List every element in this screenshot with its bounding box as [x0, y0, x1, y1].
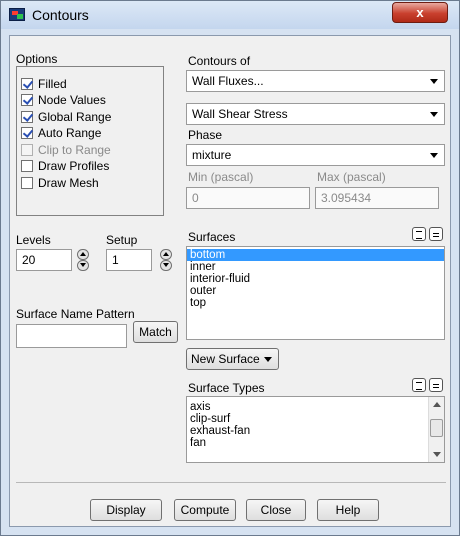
- surface-type-item[interactable]: clip-surf: [187, 413, 444, 425]
- phase-dropdown[interactable]: mixture: [186, 144, 445, 166]
- min-field: 0: [186, 187, 310, 209]
- surface-type-item[interactable]: fan: [187, 437, 444, 449]
- surface-item-inner[interactable]: inner: [187, 261, 444, 273]
- new-surface-button[interactable]: New Surface: [186, 348, 279, 370]
- surfaces-list[interactable]: bottom inner interior-fluid outer top: [186, 246, 445, 340]
- contours-of-label: Contours of: [188, 54, 251, 68]
- max-field: 3.095434: [315, 187, 439, 209]
- phase-value: mixture: [192, 148, 232, 162]
- option-draw-mesh[interactable]: Draw Mesh: [21, 175, 99, 191]
- options-group: Filled Node Values Global Range Auto Ran…: [16, 66, 164, 216]
- option-draw-profiles[interactable]: Draw Profiles: [21, 158, 109, 174]
- options-label: Options: [16, 52, 58, 66]
- clip-to-range-label: Clip to Range: [38, 143, 111, 157]
- dialog-body: Options Filled Node Values Global Range …: [9, 35, 451, 527]
- levels-label: Levels: [16, 233, 51, 247]
- chevron-down-icon: [430, 112, 438, 117]
- select-all-icon[interactable]: [412, 227, 426, 241]
- surface-types-label: Surface Types: [188, 381, 265, 395]
- chevron-down-icon: [264, 357, 272, 362]
- new-surface-label: New Surface: [191, 352, 260, 366]
- surface-name-pattern-input[interactable]: [16, 324, 127, 348]
- surface-types-scrollbar[interactable]: [428, 397, 444, 462]
- surfaces-label: Surfaces: [188, 230, 236, 244]
- scroll-thumb[interactable]: [430, 419, 443, 437]
- title-bar: Contours x: [1, 1, 459, 29]
- scroll-up-icon[interactable]: [433, 402, 441, 407]
- surface-item-bottom[interactable]: bottom: [187, 249, 444, 261]
- draw-profiles-checkbox[interactable]: [21, 160, 33, 172]
- surface-item-top[interactable]: top: [187, 297, 444, 309]
- clip-to-range-checkbox: [21, 144, 33, 156]
- window-close-button[interactable]: x: [392, 2, 448, 23]
- chevron-down-icon: [430, 79, 438, 84]
- window-title: Contours: [32, 7, 89, 23]
- contours-quantity-dropdown[interactable]: Wall Shear Stress: [186, 103, 445, 125]
- surface-name-pattern-label: Surface Name Pattern: [16, 307, 135, 321]
- surface-types-list[interactable]: axis clip-surf exhaust-fan fan: [186, 396, 445, 463]
- filled-checkbox[interactable]: [21, 78, 33, 90]
- arrow-up-icon[interactable]: [160, 249, 172, 260]
- help-button[interactable]: Help: [317, 499, 379, 521]
- node-values-label: Node Values: [38, 93, 106, 107]
- option-global-range[interactable]: Global Range: [21, 109, 111, 125]
- option-clip-to-range: Clip to Range: [21, 142, 111, 158]
- scroll-down-icon[interactable]: [433, 452, 441, 457]
- levels-field[interactable]: 20: [16, 249, 72, 271]
- option-filled[interactable]: Filled: [21, 76, 67, 92]
- filled-label: Filled: [38, 77, 67, 91]
- deselect-all-icon[interactable]: [429, 378, 443, 392]
- compute-button[interactable]: Compute: [174, 499, 236, 521]
- surface-item-interior-fluid[interactable]: interior-fluid: [187, 273, 444, 285]
- levels-stepper[interactable]: [77, 249, 89, 271]
- surface-item-outer[interactable]: outer: [187, 285, 444, 297]
- contours-category-value: Wall Fluxes...: [192, 74, 264, 88]
- footer-divider: [16, 482, 446, 483]
- min-label: Min (pascal): [188, 170, 254, 184]
- match-button[interactable]: Match: [133, 321, 178, 343]
- setup-label: Setup: [106, 233, 138, 247]
- arrow-up-icon[interactable]: [77, 249, 89, 260]
- global-range-checkbox[interactable]: [21, 111, 33, 123]
- fluent-app-icon: [9, 8, 25, 21]
- contours-dialog: Contours x Options Filled Node Values Gl…: [0, 0, 460, 536]
- setup-field[interactable]: 1: [106, 249, 152, 271]
- surface-type-item[interactable]: axis: [187, 401, 444, 413]
- draw-mesh-label: Draw Mesh: [38, 176, 99, 190]
- option-node-values[interactable]: Node Values: [21, 92, 106, 108]
- arrow-down-icon[interactable]: [160, 260, 172, 271]
- node-values-checkbox[interactable]: [21, 94, 33, 106]
- option-auto-range[interactable]: Auto Range: [21, 125, 101, 141]
- arrow-down-icon[interactable]: [77, 260, 89, 271]
- chevron-down-icon: [430, 153, 438, 158]
- surface-type-item[interactable]: exhaust-fan: [187, 425, 444, 437]
- select-all-icon[interactable]: [412, 378, 426, 392]
- setup-stepper[interactable]: [160, 249, 172, 271]
- auto-range-label: Auto Range: [38, 126, 102, 140]
- draw-mesh-checkbox[interactable]: [21, 177, 33, 189]
- display-button[interactable]: Display: [90, 499, 162, 521]
- close-button[interactable]: Close: [246, 499, 306, 521]
- contours-quantity-value: Wall Shear Stress: [192, 107, 288, 121]
- max-label: Max (pascal): [317, 170, 386, 184]
- auto-range-checkbox[interactable]: [21, 127, 33, 139]
- draw-profiles-label: Draw Profiles: [38, 159, 110, 173]
- deselect-all-icon[interactable]: [429, 227, 443, 241]
- phase-label: Phase: [188, 128, 223, 142]
- global-range-label: Global Range: [38, 110, 112, 124]
- contours-category-dropdown[interactable]: Wall Fluxes...: [186, 70, 445, 92]
